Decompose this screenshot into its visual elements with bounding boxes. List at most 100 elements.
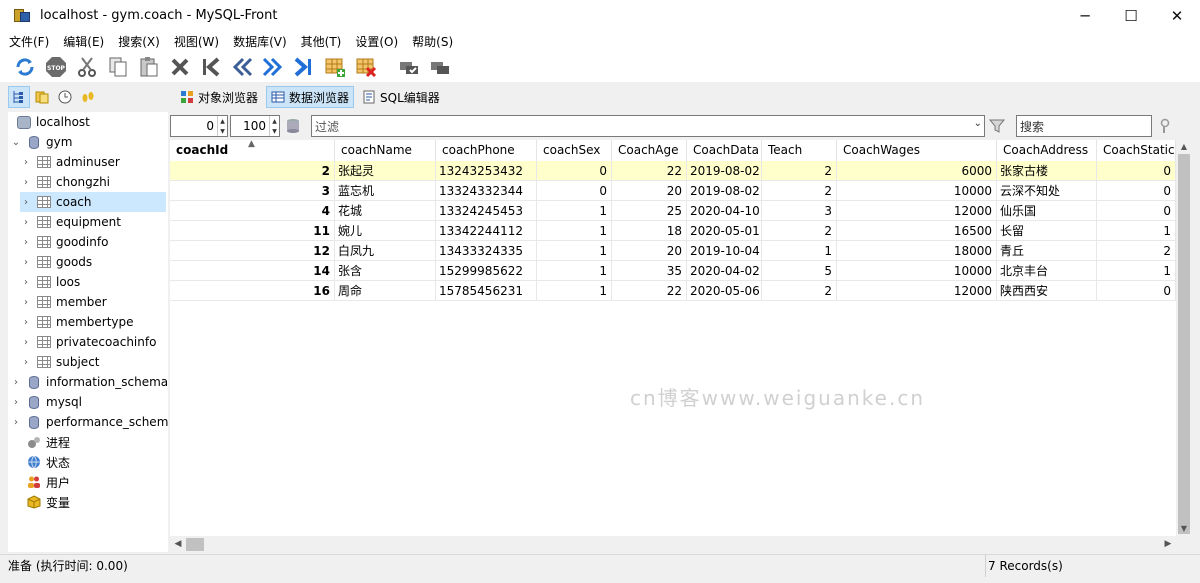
- last-record-icon[interactable]: [291, 54, 317, 80]
- column-header-coachaddress[interactable]: CoachAddress: [997, 140, 1097, 161]
- post-icon[interactable]: [396, 54, 422, 80]
- stepper-arrows-icon[interactable]: ▲ ▼: [269, 116, 279, 136]
- grid-cell[interactable]: 22: [612, 281, 687, 301]
- chevron-right-icon[interactable]: ›: [20, 317, 32, 328]
- cut-icon[interactable]: [74, 54, 100, 80]
- grid-cell[interactable]: 13243253432: [436, 161, 537, 181]
- grid-cell[interactable]: 0: [1097, 201, 1176, 221]
- grid-cell[interactable]: 16: [170, 281, 335, 301]
- chevron-right-icon[interactable]: ›: [10, 377, 22, 388]
- grid-cell[interactable]: 0: [1097, 281, 1176, 301]
- grid-cell[interactable]: 2: [762, 161, 837, 181]
- cancel-icon[interactable]: [427, 54, 453, 80]
- grid-cell[interactable]: 13324245453: [436, 201, 537, 221]
- search-input[interactable]: 搜索: [1016, 115, 1152, 137]
- grid-cell[interactable]: 青丘: [997, 241, 1097, 261]
- tree-node-table[interactable]: › subject: [20, 352, 100, 372]
- grid-cell[interactable]: 婉儿: [335, 221, 436, 241]
- tree-view-icon[interactable]: [8, 86, 30, 108]
- grid-cell[interactable]: 0: [1097, 181, 1176, 201]
- grid-cell[interactable]: 周命: [335, 281, 436, 301]
- table-row[interactable]: 14 张含 15299985622 1 35 2020-04-02 5 10000 北京丰台 1: [170, 261, 1176, 281]
- close-button[interactable]: ✕: [1154, 0, 1200, 31]
- grid-cell[interactable]: 1: [1097, 261, 1176, 281]
- history-icon[interactable]: [54, 86, 76, 108]
- refresh-icon[interactable]: [12, 54, 38, 80]
- grid-cell[interactable]: 0: [537, 181, 612, 201]
- menu-help[interactable]: 帮助(S): [412, 33, 453, 50]
- funnel-icon[interactable]: [988, 117, 1006, 135]
- copy-icon[interactable]: [105, 54, 131, 80]
- grid-cell[interactable]: 1: [1097, 221, 1176, 241]
- menu-settings[interactable]: 设置(O): [355, 33, 398, 50]
- column-header-coachwages[interactable]: CoachWages: [837, 140, 997, 161]
- column-header-coachage[interactable]: CoachAge: [612, 140, 687, 161]
- grid-cell[interactable]: 0: [1097, 161, 1176, 181]
- tab-object-browser[interactable]: 对象浏览器: [176, 86, 262, 108]
- column-header-teach[interactable]: Teach: [762, 140, 837, 161]
- tree-node-users[interactable]: 用户: [22, 472, 70, 492]
- grid-cell[interactable]: 1: [537, 261, 612, 281]
- grid-cell[interactable]: 35: [612, 261, 687, 281]
- grid-cell[interactable]: 12: [170, 241, 335, 261]
- chevron-right-icon[interactable]: ›: [20, 357, 32, 368]
- tree-node-host[interactable]: localhost: [12, 112, 90, 132]
- chevron-down-icon[interactable]: ⌄: [10, 137, 22, 148]
- chevron-right-icon[interactable]: ›: [10, 397, 22, 408]
- column-header-coachsex[interactable]: coachSex: [537, 140, 612, 161]
- grid-cell[interactable]: 张含: [335, 261, 436, 281]
- grid-cell[interactable]: 2019-08-02: [687, 181, 762, 201]
- tree-node-variables[interactable]: 变量: [22, 492, 70, 512]
- table-row[interactable]: 4 花城 13324245453 1 25 2020-04-10 3 12000 仙乐国 0: [170, 201, 1176, 221]
- tree-node-table[interactable]: › membertype: [20, 312, 134, 332]
- first-record-icon[interactable]: [198, 54, 224, 80]
- grid-cell[interactable]: 1: [537, 221, 612, 241]
- grid-cell[interactable]: 3: [762, 201, 837, 221]
- grid-cell[interactable]: 13433324335: [436, 241, 537, 261]
- scroll-up-icon[interactable]: ▲: [1176, 140, 1192, 154]
- tree-node-database[interactable]: › information_schema: [10, 372, 168, 392]
- tree-node-status[interactable]: 状态: [22, 452, 70, 472]
- grid-cell[interactable]: 云深不知处: [997, 181, 1097, 201]
- grid-cell[interactable]: 1: [537, 241, 612, 261]
- grid-cell[interactable]: 18: [612, 221, 687, 241]
- tree-node-database[interactable]: › performance_schema: [10, 412, 168, 432]
- bookmarks-icon[interactable]: [31, 86, 53, 108]
- table-row[interactable]: 11 婉儿 13342244112 1 18 2020-05-01 2 16500 长留 1: [170, 221, 1176, 241]
- grid-cell[interactable]: 12000: [837, 281, 997, 301]
- insert-record-icon[interactable]: [322, 54, 348, 80]
- limit-stepper[interactable]: 100 ▲ ▼: [230, 115, 280, 137]
- maximize-button[interactable]: ☐: [1108, 0, 1154, 31]
- grid-cell[interactable]: 2019-08-02: [687, 161, 762, 181]
- delete-icon[interactable]: [167, 54, 193, 80]
- table-row[interactable]: 3 蓝忘机 13324332344 0 20 2019-08-02 2 10000 云深不知处 0: [170, 181, 1176, 201]
- grid-cell[interactable]: 2: [762, 281, 837, 301]
- grid-cell[interactable]: 蓝忘机: [335, 181, 436, 201]
- grid-cell[interactable]: 1: [762, 241, 837, 261]
- chevron-down-icon[interactable]: ⌄: [974, 118, 982, 129]
- chevron-right-icon[interactable]: ›: [20, 257, 32, 268]
- menu-database[interactable]: 数据库(V): [233, 33, 287, 50]
- grid-cell[interactable]: 10000: [837, 261, 997, 281]
- grid-cell[interactable]: 13324332344: [436, 181, 537, 201]
- tree-node-table[interactable]: › privatecoachinfo: [20, 332, 156, 352]
- grid-cell[interactable]: 14: [170, 261, 335, 281]
- tree-node-table[interactable]: › member: [20, 292, 107, 312]
- grid-cell[interactable]: 2020-04-10: [687, 201, 762, 221]
- grid-cell[interactable]: 2: [762, 181, 837, 201]
- grid-cell[interactable]: 2020-05-01: [687, 221, 762, 241]
- table-row[interactable]: 16 周命 15785456231 1 22 2020-05-06 2 12000 陕西西安 0: [170, 281, 1176, 301]
- chevron-right-icon[interactable]: ›: [20, 217, 32, 228]
- tree-node-database[interactable]: › mysql: [10, 392, 82, 412]
- tree-node-table[interactable]: › loos: [20, 272, 80, 292]
- menu-file[interactable]: 文件(F): [9, 33, 49, 50]
- grid-cell[interactable]: 5: [762, 261, 837, 281]
- grid-cell[interactable]: 20: [612, 181, 687, 201]
- chevron-right-icon[interactable]: ›: [20, 277, 32, 288]
- next-record-icon[interactable]: [260, 54, 286, 80]
- tree-node-table-selected[interactable]: › coach: [20, 192, 166, 212]
- offset-stepper[interactable]: 0 ▲ ▼: [170, 115, 228, 137]
- tree-node-table[interactable]: › goods: [20, 252, 92, 272]
- grid-cell[interactable]: 仙乐国: [997, 201, 1097, 221]
- grid-cell[interactable]: 11: [170, 221, 335, 241]
